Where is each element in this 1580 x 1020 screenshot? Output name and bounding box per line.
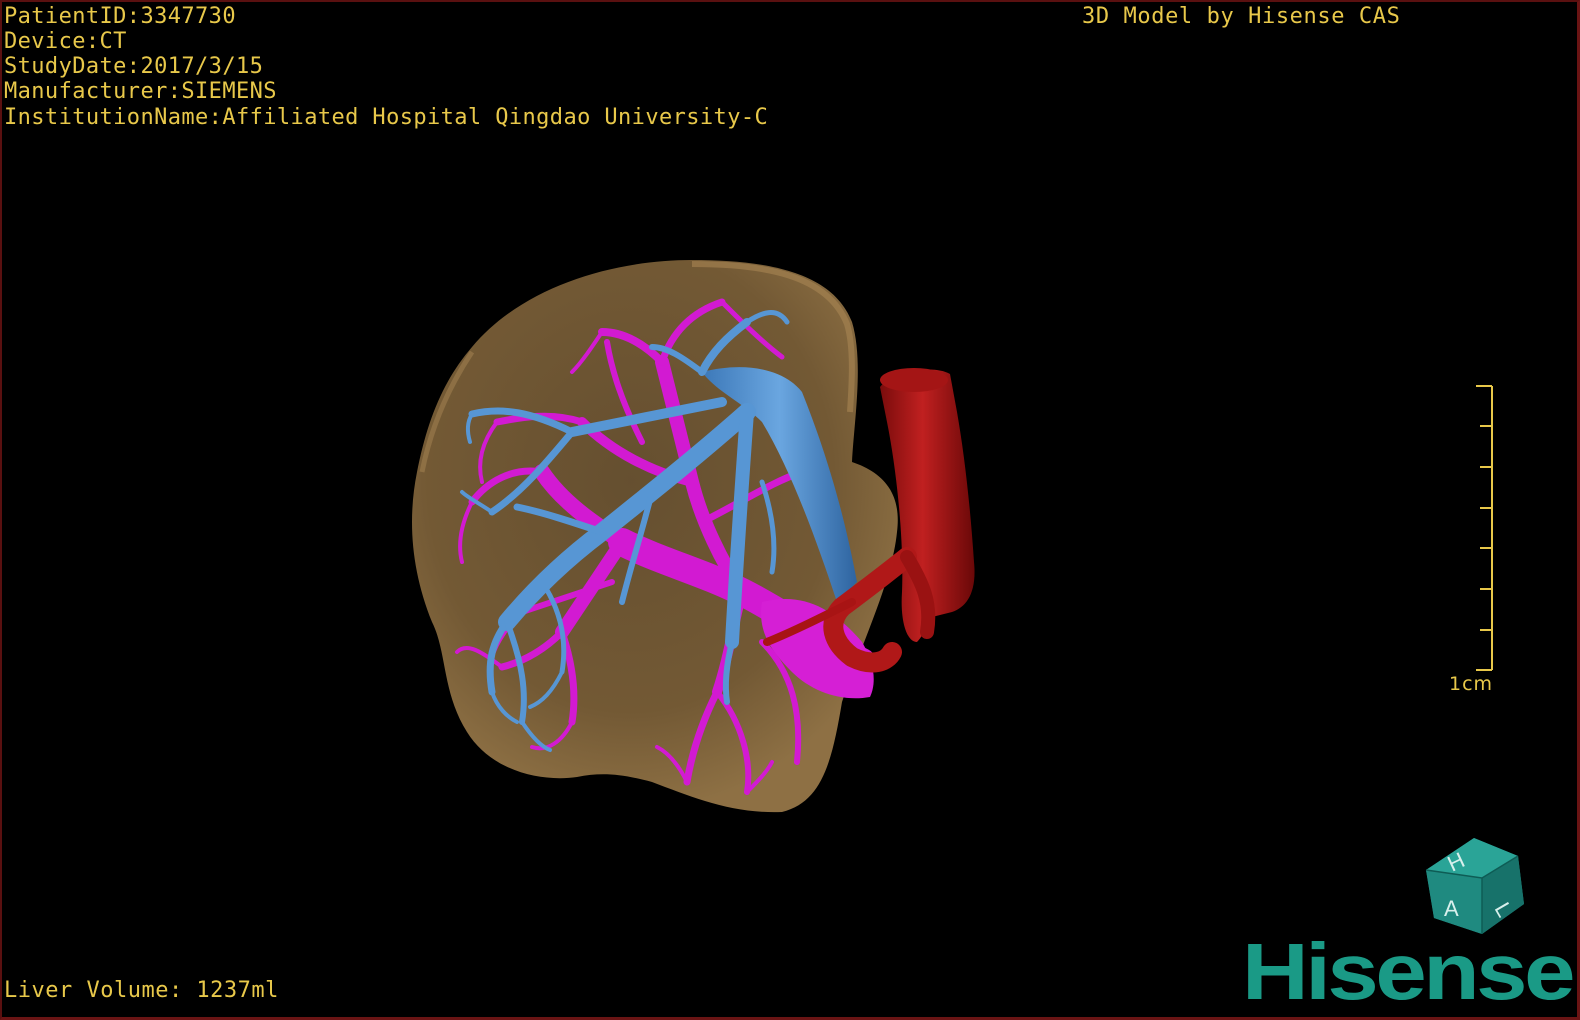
hisense-logo: Hisense: [1242, 927, 1575, 1016]
liver-volume: Liver Volume: 1237ml: [4, 978, 279, 1003]
scale-bar-label: 1cm: [1449, 673, 1494, 695]
orientation-cube[interactable]: H A L: [1420, 834, 1528, 942]
liver-3d-model[interactable]: [2, 2, 1577, 1017]
3d-viewport[interactable]: PatientID:3347730 Device:CT StudyDate:20…: [0, 0, 1580, 1020]
cube-face-a: A: [1444, 896, 1459, 921]
svg-text:Hisense: Hisense: [1242, 927, 1573, 1016]
scale-bar: [1476, 385, 1493, 671]
